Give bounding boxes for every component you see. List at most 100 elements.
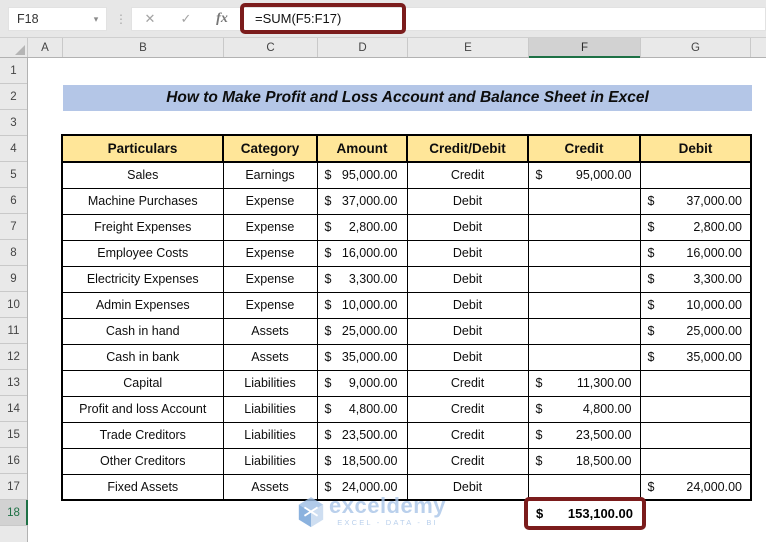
insert-function-icon[interactable]: fx xyxy=(204,11,240,27)
name-box[interactable]: F18 ▾ xyxy=(8,7,107,31)
name-box-value[interactable]: F18 xyxy=(9,12,86,26)
cell-category[interactable]: Expense xyxy=(222,213,318,241)
cell-credit[interactable] xyxy=(527,343,641,371)
cell-category[interactable]: Assets xyxy=(222,343,318,371)
cell-credit-debit[interactable]: Debit xyxy=(406,343,529,371)
cell-credit[interactable] xyxy=(527,265,641,293)
cell-amount[interactable]: $23,500.00 xyxy=(316,421,408,449)
cancel-icon[interactable]: ✕ xyxy=(132,11,168,27)
row-header-18-selected[interactable]: 18 xyxy=(0,500,28,526)
cell-amount[interactable]: $95,000.00 xyxy=(316,161,408,189)
cell-particulars[interactable]: Sales xyxy=(61,161,224,189)
cell-amount[interactable]: $25,000.00 xyxy=(316,317,408,345)
row-header-15[interactable]: 15 xyxy=(0,422,27,448)
select-all-corner[interactable] xyxy=(0,38,28,57)
header-particulars[interactable]: Particulars xyxy=(61,134,224,163)
header-credit-debit[interactable]: Credit/Debit xyxy=(406,134,529,163)
cell-debit[interactable]: $37,000.00 xyxy=(639,187,752,215)
cell-credit[interactable] xyxy=(527,187,641,215)
cell-category[interactable]: Expense xyxy=(222,187,318,215)
cell-credit-debit[interactable]: Debit xyxy=(406,265,529,293)
cell-amount[interactable]: $35,000.00 xyxy=(316,343,408,371)
total-cell-f18[interactable]: $ 153,100.00 xyxy=(524,497,646,530)
cell-credit[interactable] xyxy=(527,213,641,241)
row-header-17[interactable]: 17 xyxy=(0,474,27,500)
cell-debit[interactable] xyxy=(639,161,752,189)
cell-credit[interactable]: $18,500.00 xyxy=(527,447,641,475)
cell-particulars[interactable]: Cash in hand xyxy=(61,317,224,345)
cell-credit-debit[interactable]: Debit xyxy=(406,213,529,241)
cell-debit[interactable] xyxy=(639,421,752,449)
row-header-8[interactable]: 8 xyxy=(0,240,27,266)
row-header-16[interactable]: 16 xyxy=(0,448,27,474)
cell-category[interactable]: Liabilities xyxy=(222,395,318,423)
cell-debit[interactable]: $35,000.00 xyxy=(639,343,752,371)
cell-amount[interactable]: $10,000.00 xyxy=(316,291,408,319)
cell-credit[interactable]: $11,300.00 xyxy=(527,369,641,397)
cell-category[interactable]: Liabilities xyxy=(222,447,318,475)
confirm-icon[interactable]: ✓ xyxy=(168,11,204,27)
cell-category[interactable]: Expense xyxy=(222,265,318,293)
cell-credit-debit[interactable]: Credit xyxy=(406,421,529,449)
cell-particulars[interactable]: Other Creditors xyxy=(61,447,224,475)
cell-amount[interactable]: $18,500.00 xyxy=(316,447,408,475)
row-header-2[interactable]: 2 xyxy=(0,84,27,110)
row-header-7[interactable]: 7 xyxy=(0,214,27,240)
cell-amount[interactable]: $3,300.00 xyxy=(316,265,408,293)
cell-credit-debit[interactable]: Debit xyxy=(406,473,529,501)
cell-particulars[interactable]: Machine Purchases xyxy=(61,187,224,215)
cell-debit[interactable] xyxy=(639,447,752,475)
cell-particulars[interactable]: Admin Expenses xyxy=(61,291,224,319)
row-header-14[interactable]: 14 xyxy=(0,396,27,422)
column-header-e[interactable]: E xyxy=(408,38,529,57)
cell-particulars[interactable]: Fixed Assets xyxy=(61,473,224,501)
cell-category[interactable]: Earnings xyxy=(222,161,318,189)
header-amount[interactable]: Amount xyxy=(316,134,408,163)
cell-credit[interactable] xyxy=(527,291,641,319)
cell-particulars[interactable]: Capital xyxy=(61,369,224,397)
row-header-3[interactable]: 3 xyxy=(0,110,27,136)
column-header-a[interactable]: A xyxy=(28,38,63,57)
cell-amount[interactable]: $4,800.00 xyxy=(316,395,408,423)
cell-particulars[interactable]: Trade Creditors xyxy=(61,421,224,449)
formula-input[interactable]: =SUM(F5:F17) xyxy=(244,11,341,26)
cell-amount[interactable]: $37,000.00 xyxy=(316,187,408,215)
sheet-title-cell[interactable]: How to Make Profit and Loss Account and … xyxy=(63,85,752,111)
cell-debit[interactable]: $25,000.00 xyxy=(639,317,752,345)
formula-bar[interactable]: ✕ ✓ fx xyxy=(131,7,766,31)
column-header-b[interactable]: B xyxy=(63,38,224,57)
cell-particulars[interactable]: Freight Expenses xyxy=(61,213,224,241)
cell-amount[interactable]: $9,000.00 xyxy=(316,369,408,397)
cell-amount[interactable]: $2,800.00 xyxy=(316,213,408,241)
cell-credit-debit[interactable]: Debit xyxy=(406,291,529,319)
cell-particulars[interactable]: Cash in bank xyxy=(61,343,224,371)
cell-amount[interactable]: $16,000.00 xyxy=(316,239,408,267)
cell-debit[interactable] xyxy=(639,369,752,397)
cell-debit[interactable]: $24,000.00 xyxy=(639,473,752,501)
row-header-5[interactable]: 5 xyxy=(0,162,27,188)
cell-credit-debit[interactable]: Debit xyxy=(406,239,529,267)
cell-credit[interactable] xyxy=(527,239,641,267)
cell-debit[interactable]: $16,000.00 xyxy=(639,239,752,267)
cell-category[interactable]: Liabilities xyxy=(222,421,318,449)
cell-debit[interactable] xyxy=(639,395,752,423)
cell-amount[interactable]: $24,000.00 xyxy=(316,473,408,501)
row-header-4[interactable]: 4 xyxy=(0,136,27,162)
name-box-dropdown-icon[interactable]: ▾ xyxy=(86,14,106,25)
column-header-f-selected[interactable]: F xyxy=(529,38,641,58)
cell-credit-debit[interactable]: Credit xyxy=(406,161,529,189)
cell-credit-debit[interactable]: Debit xyxy=(406,317,529,345)
cell-credit-debit[interactable]: Credit xyxy=(406,447,529,475)
cell-debit[interactable]: $3,300.00 xyxy=(639,265,752,293)
row-header-6[interactable]: 6 xyxy=(0,188,27,214)
row-header-11[interactable]: 11 xyxy=(0,318,27,344)
column-header-d[interactable]: D xyxy=(318,38,408,57)
column-header-g[interactable]: G xyxy=(641,38,751,57)
cell-category[interactable]: Expense xyxy=(222,291,318,319)
cell-credit-debit[interactable]: Debit xyxy=(406,187,529,215)
cell-credit-debit[interactable]: Credit xyxy=(406,369,529,397)
cell-credit[interactable]: $23,500.00 xyxy=(527,421,641,449)
cell-credit[interactable]: $4,800.00 xyxy=(527,395,641,423)
row-header-12[interactable]: 12 xyxy=(0,344,27,370)
cell-credit[interactable] xyxy=(527,317,641,345)
